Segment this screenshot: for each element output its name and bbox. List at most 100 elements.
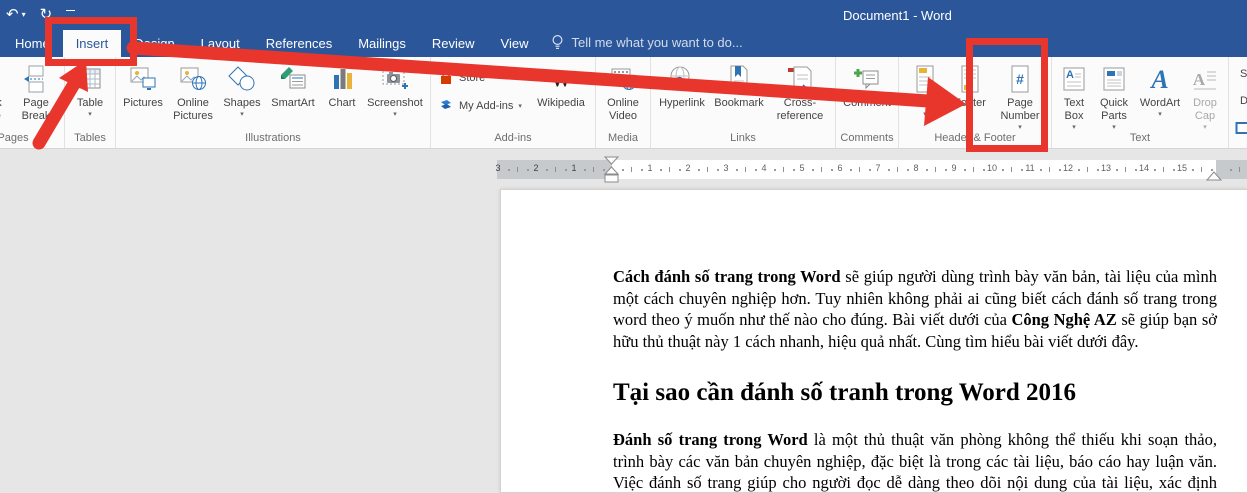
- ruler-number: 2: [533, 163, 539, 173]
- cross-reference-button[interactable]: Cross-reference: [768, 58, 832, 131]
- online-pictures-button[interactable]: Online Pictures: [167, 58, 219, 131]
- ruler-tick: [640, 169, 643, 171]
- tab-layout[interactable]: Layout: [188, 30, 253, 57]
- ruler-number: 3: [495, 163, 501, 173]
- group-label-links: Links: [730, 132, 756, 144]
- ruler-tick: [1049, 167, 1050, 172]
- my-addins-button[interactable]: My Add-ins ▾: [438, 98, 526, 114]
- ruler-tick: [773, 169, 776, 171]
- tab-review[interactable]: Review: [419, 30, 488, 57]
- tab-references[interactable]: References: [253, 30, 345, 57]
- group-label-addins: Add-ins: [494, 132, 532, 144]
- ruler-tick: [1201, 167, 1202, 172]
- tab-view[interactable]: View: [488, 30, 542, 57]
- tab-mailings[interactable]: Mailings: [345, 30, 419, 57]
- bold-lead-text: Cách đánh số trang trong Word: [613, 267, 841, 286]
- text-box-button[interactable]: A Text Box ▾: [1055, 58, 1093, 131]
- ruler-tick: [1001, 169, 1004, 171]
- object-button[interactable]: Object: [1235, 119, 1247, 137]
- ruler-tick: [849, 169, 852, 171]
- text-box-icon: A: [1058, 61, 1090, 97]
- bookmark-button[interactable]: Bookmark: [710, 58, 768, 131]
- ruler-tick: [517, 167, 518, 172]
- ribbon-tabs: Home Insert Design Layout References Mai…: [2, 30, 753, 57]
- ruler-tick: [906, 169, 909, 171]
- ruler-tick: [593, 167, 594, 172]
- cross-reference-icon: [784, 61, 816, 97]
- ruler-number: 5: [799, 163, 805, 173]
- paragraph-1: Cách đánh số trang trong Word sẽ giúp ng…: [613, 267, 1217, 351]
- document-text[interactable]: Cách đánh số trang trong Word sẽ giúp ng…: [613, 266, 1217, 493]
- document-page[interactable]: Cách đánh số trang trong Word sẽ giúp ng…: [500, 189, 1247, 493]
- blank-page-button[interactable]: Blank Page: [0, 58, 11, 131]
- undo-button[interactable]: ↶ ▾: [6, 5, 26, 23]
- drop-cap-button[interactable]: A Drop Cap ▾: [1185, 58, 1225, 131]
- document-heading: Tại sao cần đánh số tranh trong Word 201…: [613, 379, 1077, 406]
- tab-design[interactable]: Design: [121, 30, 187, 57]
- left-indent-marker[interactable]: [604, 174, 619, 183]
- indent-markers[interactable]: [603, 156, 620, 186]
- wikipedia-button[interactable]: W Wikipedia: [530, 58, 592, 131]
- chart-button[interactable]: Chart: [321, 58, 363, 131]
- hanging-indent-marker[interactable]: [603, 166, 620, 175]
- table-icon: [74, 61, 106, 97]
- first-line-indent-marker[interactable]: [603, 156, 620, 165]
- ruler-tick: [925, 169, 928, 171]
- ruler-tick: [1077, 169, 1080, 171]
- ruler-tick: [526, 169, 529, 171]
- shapes-button[interactable]: Shapes ▾: [219, 58, 265, 131]
- smartart-button[interactable]: SmartArt: [265, 58, 321, 131]
- ruler-tick: [821, 167, 822, 172]
- ruler-tick: [545, 169, 548, 171]
- customize-quick-access-button[interactable]: ▾: [66, 6, 76, 23]
- my-addins-icon: [441, 100, 451, 109]
- comment-button[interactable]: Comment: [839, 58, 895, 131]
- ruler-tick: [507, 169, 510, 171]
- tab-insert[interactable]: Insert: [62, 30, 122, 57]
- online-video-button[interactable]: Online Video: [599, 58, 647, 131]
- window-title: Document1 - Word: [843, 8, 952, 23]
- ribbon: Blank Page Page Break Pages Table: [0, 57, 1247, 149]
- pictures-button[interactable]: Pictures: [119, 58, 167, 131]
- undo-dropdown-icon[interactable]: ▾: [22, 10, 26, 19]
- signature-line-button[interactable]: Signature Line: [1235, 65, 1247, 83]
- footer-button[interactable]: Footer ▾: [948, 58, 992, 131]
- group-media: Online Video Media: [596, 57, 651, 148]
- svg-text:W: W: [551, 69, 571, 91]
- table-button[interactable]: Table ▾: [68, 58, 112, 131]
- ruler-number: 10: [986, 163, 998, 173]
- ruler-number: 7: [875, 163, 881, 173]
- ruler-number: 13: [1100, 163, 1112, 173]
- ruler-tick: [859, 167, 860, 172]
- dropdown-arrow-icon: ▾: [518, 102, 522, 110]
- page-number-button[interactable]: # Page Number ▾: [992, 58, 1048, 131]
- header-button[interactable]: Header ▾: [902, 58, 948, 131]
- quick-parts-icon: [1098, 61, 1130, 97]
- store-button[interactable]: Store: [438, 70, 526, 86]
- ruler-number: 1: [571, 163, 577, 173]
- wikipedia-icon: W: [545, 61, 577, 97]
- quick-access-toolbar: ↶ ▾ ↻ ▾: [6, 3, 76, 25]
- wordart-button[interactable]: A WordArt ▾: [1135, 58, 1185, 131]
- tab-home[interactable]: Home: [2, 30, 63, 57]
- ruler-tick: [1172, 169, 1175, 171]
- store-icon: [441, 72, 451, 84]
- ruler-tick: [659, 169, 662, 171]
- tell-me-box[interactable]: Tell me what you want to do...: [541, 28, 752, 57]
- ruler-number: 14: [1138, 163, 1150, 173]
- group-label-comments: Comments: [840, 132, 894, 144]
- ruler-tick: [1115, 169, 1118, 171]
- comment-icon: [851, 61, 883, 97]
- date-time-button[interactable]: Date & Time: [1235, 92, 1247, 110]
- ruler-number: 9: [951, 163, 957, 173]
- svg-text:A: A: [1066, 69, 1074, 81]
- screenshot-button[interactable]: Screenshot ▾: [363, 58, 427, 131]
- right-indent-marker[interactable]: [1206, 170, 1223, 182]
- group-label-illustrations: Illustrations: [245, 132, 301, 144]
- undo-icon: ↶: [6, 5, 19, 23]
- quick-parts-button[interactable]: Quick Parts ▾: [1093, 58, 1135, 131]
- group-label-pages: Pages: [0, 132, 29, 144]
- redo-button[interactable]: ↻: [40, 5, 53, 23]
- hyperlink-button[interactable]: Hyperlink: [654, 58, 710, 131]
- page-break-button[interactable]: Page Break: [11, 58, 61, 131]
